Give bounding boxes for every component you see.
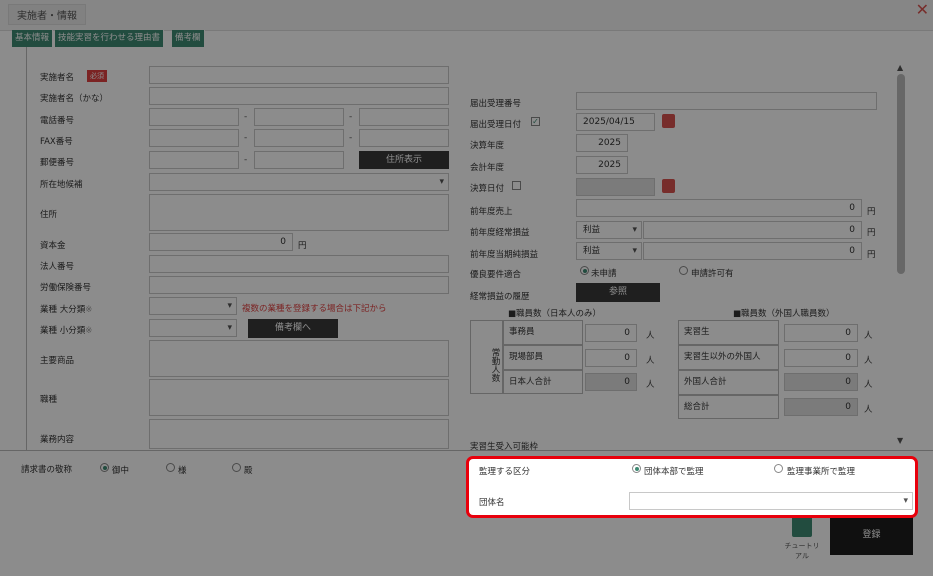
label-supervision: 監理する区分: [479, 467, 531, 477]
org-name-select[interactable]: [629, 492, 913, 510]
supervision-radio-office[interactable]: [774, 464, 783, 473]
supervision-opt2-label: 監理事業所で監理: [787, 467, 856, 477]
supervision-panel: 監理する区分 団体本部で監理 監理事業所で監理 団体名: [466, 456, 918, 518]
label-org-name: 団体名: [479, 498, 505, 508]
supervision-opt1-label: 団体本部で監理: [644, 467, 704, 477]
supervision-radio-hq[interactable]: [632, 464, 641, 473]
